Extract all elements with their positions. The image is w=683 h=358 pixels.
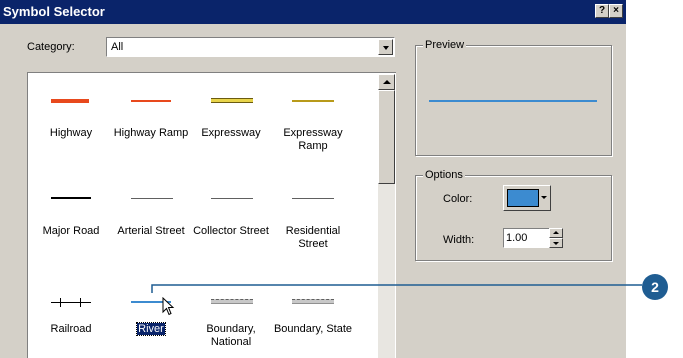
category-value: All [111, 41, 124, 53]
color-label: Color: [443, 193, 473, 205]
close-button[interactable]: × [609, 4, 623, 18]
boundary-state-symbol[interactable] [292, 299, 334, 304]
expressway-ramp-symbol[interactable] [292, 100, 334, 102]
category-dropdown[interactable]: All [106, 37, 395, 57]
preview-line [429, 100, 597, 102]
width-spinner[interactable] [549, 228, 563, 248]
symbol-list[interactable]: Highway Highway Ramp Expressway Expressw… [27, 72, 396, 358]
width-value: 1.00 [506, 232, 528, 244]
symbol-label-highway-ramp[interactable]: Highway Ramp [108, 127, 194, 140]
selected-symbol-label[interactable]: River [136, 322, 166, 336]
callout-leader-line [151, 284, 642, 293]
railroad-symbol[interactable] [51, 298, 91, 307]
symbol-label-expressway[interactable]: Expressway [188, 127, 274, 140]
symbol-label-major-road[interactable]: Major Road [28, 225, 114, 238]
spin-up-icon[interactable] [549, 228, 563, 238]
symbol-label-highway[interactable]: Highway [28, 127, 114, 140]
symbol-selector-dialog: Symbol Selector ? × Category: All Highwa… [0, 0, 626, 358]
highway-symbol[interactable] [51, 99, 89, 103]
width-label: Width: [443, 234, 475, 246]
symbol-label-residential-street[interactable]: Residential Street [270, 225, 356, 251]
spin-down-icon[interactable] [549, 238, 563, 248]
expressway-symbol[interactable] [211, 98, 253, 103]
major-road-symbol[interactable] [51, 197, 91, 199]
category-label: Category: [27, 41, 75, 53]
help-button[interactable]: ? [595, 4, 609, 18]
title-bar: Symbol Selector ? × [0, 0, 626, 24]
dropdown-arrow-icon[interactable] [378, 39, 393, 55]
symbol-label-railroad[interactable]: Railroad [28, 323, 114, 336]
symbol-label-boundary-national[interactable]: Boundary, National [188, 323, 274, 349]
arterial-street-symbol[interactable] [131, 198, 173, 199]
callout-badge: 2 [642, 274, 668, 300]
collector-street-symbol[interactable] [211, 198, 253, 199]
color-swatch [507, 189, 539, 207]
symbol-label-boundary-state[interactable]: Boundary, State [270, 323, 356, 336]
symbol-label-river[interactable]: River [108, 322, 194, 336]
scroll-up-arrow-icon[interactable] [378, 74, 395, 90]
symbol-label-arterial-street[interactable]: Arterial Street [108, 225, 194, 238]
scroll-thumb[interactable] [378, 90, 395, 184]
symbol-label-expressway-ramp[interactable]: Expressway Ramp [270, 127, 356, 153]
preview-group-label: Preview [423, 39, 467, 51]
symbol-label-collector-street[interactable]: Collector Street [188, 225, 274, 238]
color-picker-button[interactable] [503, 185, 551, 211]
mouse-pointer-icon [162, 297, 175, 316]
symbol-list-scrollbar[interactable] [378, 74, 395, 358]
residential-street-symbol[interactable] [292, 198, 334, 199]
width-input[interactable]: 1.00 [503, 228, 551, 248]
highway-ramp-symbol[interactable] [131, 100, 171, 102]
window-title: Symbol Selector [3, 4, 105, 19]
options-group-label: Options [423, 169, 465, 181]
boundary-national-symbol[interactable] [211, 299, 253, 304]
